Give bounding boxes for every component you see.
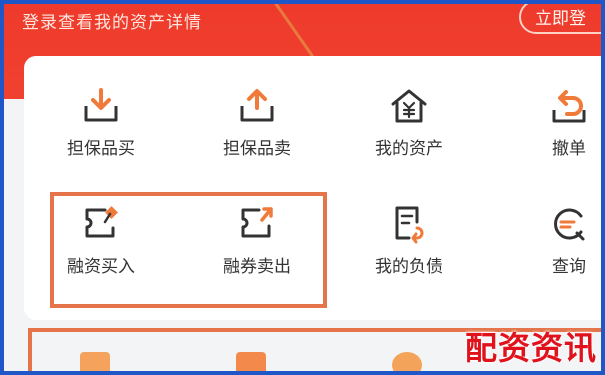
highlight-box-financing bbox=[50, 192, 327, 308]
menu-label-my-assets: 我的资产 bbox=[375, 139, 443, 159]
document-return-icon bbox=[395, 206, 424, 244]
menu-label-margin-sell: 担保品卖 bbox=[223, 139, 291, 159]
bottom-row-icon-3[interactable] bbox=[392, 352, 422, 371]
menu-item-my-liabilities[interactable]: 我的负债 bbox=[354, 202, 464, 277]
login-prompt-text[interactable]: 登录查看我的资产详情 bbox=[22, 8, 202, 33]
house-yen-icon bbox=[391, 89, 427, 123]
menu-label-margin-buy: 担保品买 bbox=[67, 139, 135, 159]
menu-item-margin-sell[interactable]: 担保品卖 bbox=[202, 84, 312, 159]
menu-item-my-assets[interactable]: 我的资产 bbox=[354, 84, 464, 159]
menu-item-query[interactable]: 查询 bbox=[514, 202, 601, 277]
menu-item-cancel-order[interactable]: 撤单 bbox=[514, 84, 601, 159]
app-screen: 登录查看我的资产详情 立即登 担保品买 担保品卖 我的资产 撤单 融资买入 融券… bbox=[4, 4, 601, 371]
watermark-text: 配资资讯 bbox=[464, 329, 597, 367]
login-now-button[interactable]: 立即登 bbox=[519, 4, 601, 34]
bottom-row-icon-2[interactable] bbox=[236, 352, 266, 371]
bottom-row-icon-1[interactable] bbox=[80, 352, 110, 371]
upload-tray-icon bbox=[240, 89, 274, 122]
menu-label-my-liabilities: 我的负债 bbox=[375, 257, 443, 277]
menu-label-cancel-order: 撤单 bbox=[552, 139, 586, 159]
download-tray-icon bbox=[84, 88, 118, 122]
undo-arrow-icon bbox=[552, 90, 586, 123]
menu-item-margin-buy[interactable]: 担保品买 bbox=[46, 84, 156, 159]
menu-label-query: 查询 bbox=[552, 257, 586, 277]
search-refresh-icon bbox=[554, 208, 585, 241]
